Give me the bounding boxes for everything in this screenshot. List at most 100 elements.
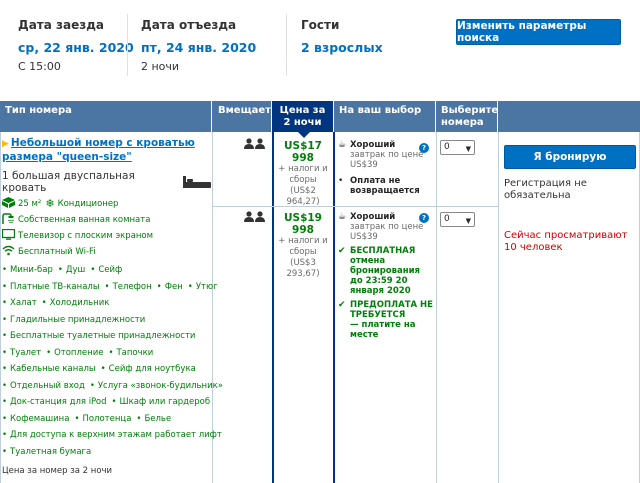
checkout-label: Дата отъезда	[141, 18, 237, 32]
private-bathroom: Собственная ванная комната	[18, 215, 151, 225]
room-name-link[interactable]: ▶ Небольшой номер с кроватью размера "que…	[2, 137, 210, 164]
header-sleeps: Вмещает	[212, 101, 272, 132]
room-info: ▶ Небольшой номер с кроватью размера "que…	[1, 137, 223, 476]
amenity-item: Платные ТВ-каналы	[2, 281, 100, 293]
checkin-block[interactable]: Дата заезда ср, 22 янв. 2020 С 15:00	[18, 17, 134, 74]
amenity-item: Отдельный вход	[2, 380, 85, 392]
divider	[127, 14, 128, 76]
chevron-down-icon: ▼	[465, 217, 471, 225]
amenity-line: Для доступа к верхним этажам работает ли…	[2, 427, 222, 444]
wifi-icon	[2, 245, 15, 259]
refund-condition: • Оплата не возвращается	[338, 176, 434, 196]
facility-area-ac: 25 м² ❄ Кондиционер	[2, 196, 210, 212]
search-summary: Дата заезда ср, 22 янв. 2020 С 15:00 Дат…	[0, 0, 640, 96]
checkin-date[interactable]: ср, 22 янв. 2020	[18, 40, 134, 56]
nights-count: 2 ночи	[141, 60, 180, 73]
amenity-item: Белье	[136, 413, 171, 425]
bed-icon	[182, 176, 211, 188]
amenity-line: Туалетная бумага	[2, 444, 210, 461]
table-border	[498, 132, 499, 483]
price-note: Цена за номер за 2 ночи	[2, 466, 113, 476]
amenity-line: Мини-бар Душ Сейф	[2, 262, 210, 279]
reserve-button[interactable]: Я бронирую	[504, 145, 636, 169]
facilities: 25 м² ❄ Кондиционер Собственная ванная к…	[1, 196, 210, 260]
coffee-icon: ☕	[338, 212, 347, 222]
occupancy-icon	[244, 138, 266, 152]
guests-label: Гости	[301, 18, 340, 32]
no-registration-note: Регистрация не обязательна	[504, 178, 587, 201]
amenity-line: Отдельный вход Услуга «звонок-будильник»	[2, 378, 223, 395]
checkin-label: Дата заезда	[18, 18, 104, 32]
amenity-line: Платные ТВ-каналы Телефон Фен Утюг	[2, 279, 218, 296]
amenity-item: Отопление	[46, 347, 103, 359]
occupancy-icon	[244, 211, 266, 225]
amenity-item: Шкаф или гардероб	[111, 396, 211, 408]
amenity-item: Бесплатные туалетные принадлежности	[2, 330, 195, 342]
info-icon[interactable]: ?	[419, 213, 429, 223]
facility-wifi: Бесплатный Wi-Fi	[2, 244, 210, 260]
amenity-item: Мини-бар	[2, 264, 53, 276]
price-value: US$19 998	[283, 212, 322, 236]
guests-block[interactable]: Гости 2 взрослых	[301, 17, 383, 56]
taxes-amount: (US$3 293,67)	[286, 258, 320, 279]
breakfast-title: Хороший	[350, 140, 396, 150]
snowflake-icon: ❄	[45, 197, 55, 210]
amenity-item: Телефон	[105, 281, 152, 293]
flat-screen-tv: Телевизор с плоским экраном	[18, 231, 154, 241]
header-empty	[498, 101, 640, 132]
change-search-button[interactable]: Изменить параметры поиска	[456, 19, 621, 45]
bed-info: 1 большая двуспальная кровать	[2, 170, 211, 194]
bullet-icon: •	[338, 176, 344, 186]
sort-indicator-icon	[298, 132, 310, 138]
select-value: 0	[444, 214, 450, 224]
amenity-item: Халат	[2, 297, 37, 309]
amenity-item: Сейф	[90, 264, 122, 276]
amenity-line: Бесплатные туалетные принадлежности	[2, 328, 210, 345]
amenity-line: Халат Холодильник	[2, 295, 210, 312]
header-choice: На ваш выбор	[334, 101, 436, 132]
amenity-item: Тапочки	[108, 347, 153, 359]
room-name[interactable]: Небольшой номер с кроватью размера "quee…	[2, 137, 195, 163]
info-icon[interactable]: ?	[419, 143, 429, 153]
amenity-item: Гладильные принадлежности	[2, 314, 145, 326]
amenity-item: Сейф для ноутбука	[101, 363, 196, 375]
guests-value[interactable]: 2 взрослых	[301, 40, 383, 56]
amenities-list: Мини-бар Душ Сейф Платные ТВ-каналы Телефон Ф…	[2, 262, 223, 461]
amenity-item: Утюг	[188, 281, 218, 293]
price-option-1: US$17 998 + налоги и сборы (US$2 964,27)	[274, 140, 332, 208]
amenity-item: Кабельные каналы	[2, 363, 96, 375]
check-icon: ✔	[338, 300, 346, 310]
no-prepay-details: — платите на месте	[350, 320, 416, 340]
amenity-item: Душ	[58, 264, 85, 276]
taxes-label: + налоги и сборы	[278, 164, 328, 185]
room-area: 25 м²	[18, 199, 42, 209]
free-cancel-title: БЕСПЛАТНАЯ	[350, 246, 416, 256]
amenity-line: Гладильные принадлежности	[2, 312, 210, 329]
header-price[interactable]: Цена за 2 ночи	[272, 101, 334, 132]
amenity-item: Полотенца	[74, 413, 131, 425]
row-divider	[212, 206, 498, 207]
select-value: 0	[444, 142, 450, 152]
checkout-block[interactable]: Дата отъезда пт, 24 янв. 2020 2 ночи	[141, 17, 256, 74]
room-quantity-select[interactable]: 0 ▼	[440, 212, 475, 227]
checkin-time: С 15:00	[18, 60, 61, 73]
facility-bathroom: Собственная ванная комната	[2, 212, 210, 228]
rooms-table-header: Тип номера Вмещает Цена за 2 ночи На ваш…	[0, 101, 640, 132]
table-border	[436, 132, 437, 483]
breakfast-price: завтрак по цене US$39	[350, 222, 424, 242]
divider	[286, 14, 287, 76]
amenity-item: Для доступа к верхним этажам работает ли…	[2, 429, 222, 441]
non-refundable: Оплата не возвращается	[350, 176, 420, 196]
shower-icon	[2, 213, 15, 227]
room-quantity-select[interactable]: 0 ▼	[440, 140, 475, 155]
amenity-line: Док-станция для iPod Шкаф или гардероб	[2, 394, 210, 411]
amenity-line: Туалет Отопление Тапочки	[2, 345, 210, 362]
price-value: US$17 998	[283, 140, 322, 164]
checkout-date[interactable]: пт, 24 янв. 2020	[141, 40, 256, 56]
amenity-item: Фен	[157, 281, 183, 293]
facility-tv: Телевизор с плоским экраном	[1, 228, 210, 244]
no-prepay-title: ПРЕДОПЛАТА НЕ ТРЕБУЕТСЯ	[350, 300, 433, 320]
check-icon: ✔	[338, 246, 346, 256]
amenity-item: Док-станция для iPod	[2, 396, 106, 408]
no-prepayment: ✔ ПРЕДОПЛАТА НЕ ТРЕБУЕТСЯ — платите на ме…	[338, 300, 434, 340]
